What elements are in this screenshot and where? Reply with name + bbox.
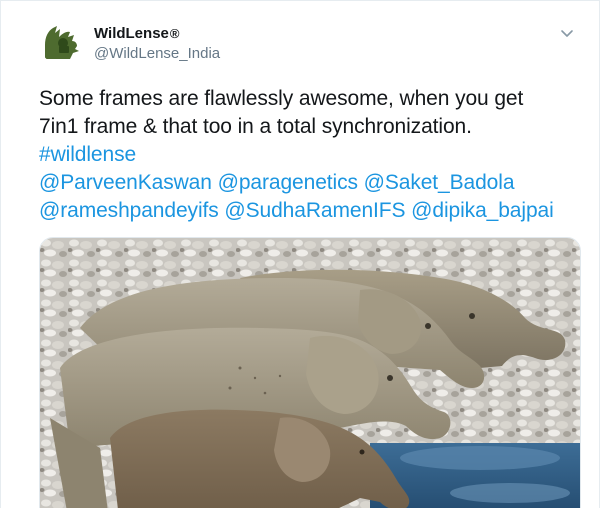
chevron-down-icon bbox=[561, 30, 573, 37]
mention-link[interactable]: @rameshpandeyifs bbox=[39, 199, 219, 222]
display-name-text: WildLense bbox=[94, 25, 169, 42]
wildlense-logo-icon bbox=[39, 19, 85, 65]
mention-link[interactable]: @SudhaRamenIFS bbox=[224, 199, 405, 222]
tweet-header: WildLense® @WildLense_India bbox=[39, 19, 579, 71]
elephants-drinking-photo bbox=[40, 238, 580, 508]
registered-mark: ® bbox=[169, 26, 180, 41]
user-names: WildLense® @WildLense_India bbox=[94, 25, 220, 64]
more-options-button[interactable] bbox=[559, 25, 575, 41]
mention-link[interactable]: @ParveenKaswan bbox=[39, 171, 212, 194]
tweet-text-line-2: 7in1 frame & that too in a total synchro… bbox=[39, 115, 472, 138]
mention-link[interactable]: @Saket_Badola bbox=[364, 171, 515, 194]
tweet-photo[interactable] bbox=[39, 237, 581, 508]
hashtag-line: #wildlense bbox=[39, 141, 587, 169]
hashtag-link[interactable]: #wildlense bbox=[39, 143, 136, 166]
mentions-line-2: @rameshpandeyifs @SudhaRamenIFS @dipika_… bbox=[39, 197, 587, 225]
tweet-card: WildLense® @WildLense_India Some frames … bbox=[0, 0, 600, 508]
mention-link[interactable]: @paragenetics bbox=[218, 171, 358, 194]
mention-link[interactable]: @dipika_bajpai bbox=[411, 199, 554, 222]
user-handle[interactable]: @WildLense_India bbox=[94, 44, 220, 64]
avatar[interactable] bbox=[39, 19, 85, 65]
display-name[interactable]: WildLense® bbox=[94, 25, 220, 43]
tweet-text: Some frames are flawlessly awesome, when… bbox=[39, 85, 587, 225]
tweet-text-line-1: Some frames are flawlessly awesome, when… bbox=[39, 87, 524, 110]
mentions-line-1: @ParveenKaswan @paragenetics @Saket_Bado… bbox=[39, 169, 587, 197]
